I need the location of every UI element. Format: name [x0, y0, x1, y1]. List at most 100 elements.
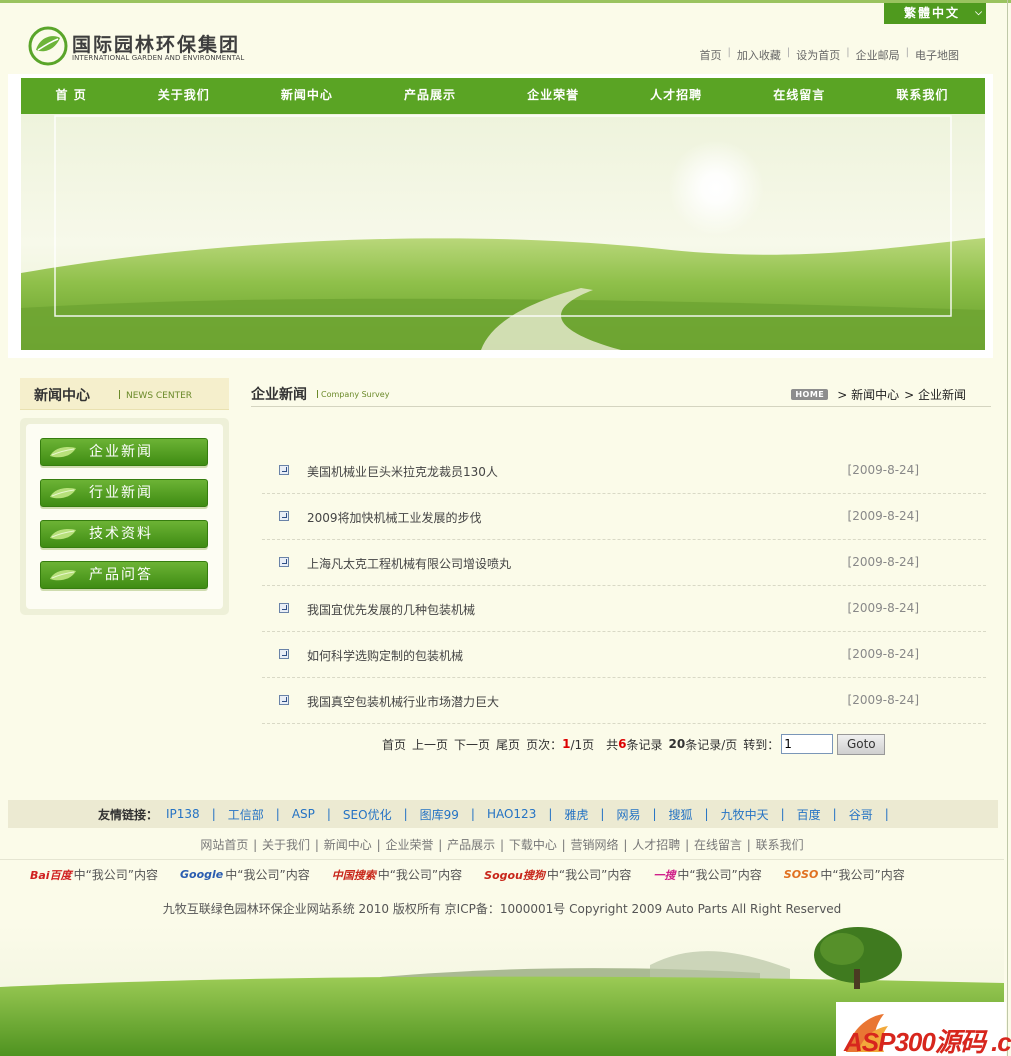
pager-next[interactable]: 下一页 [454, 736, 490, 753]
news-title[interactable]: 美国机械业巨头米拉克龙裁员130人 [307, 463, 498, 480]
engine-yisou[interactable]: 一搜 中“我公司”内容 [653, 866, 761, 883]
pager-total-prefix: 共 [606, 737, 619, 752]
news-date: [2009-8-24] [847, 647, 919, 661]
soso-logo-icon: SOSO [783, 868, 819, 881]
engine-zhongsou[interactable]: 中国搜索 中“我公司”内容 [332, 866, 462, 883]
friend-link[interactable]: 网易 [616, 806, 640, 823]
arrow-bullet-icon [279, 557, 289, 567]
right-border-line [1007, 0, 1008, 1056]
friend-links-label: 友情链接： [98, 807, 159, 822]
pager-first[interactable]: 首页 [382, 736, 406, 753]
news-title[interactable]: 我国宜优先发展的几种包装机械 [307, 601, 475, 618]
list-item[interactable]: 2009将加快机械工业发展的步伐 [2009-8-24] [262, 494, 986, 540]
list-item[interactable]: 我国真空包装机械行业市场潜力巨大 [2009-8-24] [262, 678, 986, 724]
leaf-icon [50, 487, 76, 499]
nav-item-honors[interactable]: 企业荣誉 [527, 86, 579, 103]
page-title: 企业新闻 [251, 387, 307, 403]
breadcrumb-news-center[interactable]: > 新闻中心 [837, 386, 899, 403]
footer-link[interactable]: 关于我们 [262, 838, 310, 852]
footer-link[interactable]: 营销网络 [571, 838, 619, 852]
language-toggle-label: 繁體中文 [904, 6, 961, 20]
sidebar-item-tech-docs[interactable]: 技术资料 [40, 520, 208, 548]
list-item[interactable]: 我国宜优先发展的几种包装机械 [2009-8-24] [262, 586, 986, 632]
sidebar-item-industry-news[interactable]: 行业新闻 [40, 479, 208, 507]
language-toggle-button[interactable]: 繁體中文 ⌵ [884, 3, 986, 24]
top-link-home[interactable]: 首页 [700, 47, 722, 63]
footer-link[interactable]: 人才招聘 [632, 838, 680, 852]
pager-prev[interactable]: 上一页 [412, 736, 448, 753]
nav-item-message[interactable]: 在线留言 [773, 86, 825, 103]
friend-link[interactable]: 九牧中天 [721, 806, 769, 823]
list-item[interactable]: 美国机械业巨头米拉克龙裁员130人 [2009-8-24] [262, 448, 986, 494]
news-title[interactable]: 如何科学选购定制的包装机械 [307, 647, 463, 664]
breadcrumb-company-news[interactable]: > 企业新闻 [904, 386, 966, 403]
nav-item-home[interactable]: 首 页 [56, 86, 87, 103]
footer-link[interactable]: 网站首页 [200, 838, 248, 852]
engine-soso[interactable]: SOSO 中“我公司”内容 [784, 866, 905, 883]
nav-item-contact[interactable]: 联系我们 [896, 86, 948, 103]
zhongsou-logo-icon: 中国搜索 [331, 868, 376, 882]
sidebar-item-product-faq[interactable]: 产品问答 [40, 561, 208, 589]
engine-baidu[interactable]: Bai百度 中“我公司”内容 [30, 866, 158, 883]
sidebar-item-label: 行业新闻 [89, 485, 153, 501]
news-date: [2009-8-24] [847, 693, 919, 707]
friend-link[interactable]: 谷哥 [849, 806, 873, 823]
list-item[interactable]: 上海凡太克工程机械有限公司增设喷丸 [2009-8-24] [262, 540, 986, 586]
leaf-icon [50, 446, 76, 458]
logo-chinese-name: 国际园林环保集团 [72, 34, 241, 56]
goto-page-input[interactable] [781, 734, 834, 754]
footer-divider [0, 859, 1004, 860]
sidebar-item-company-news[interactable]: 企业新闻 [40, 438, 208, 466]
footer-link[interactable]: 产品展示 [447, 838, 495, 852]
friend-link[interactable]: HAO123 [487, 807, 536, 821]
engine-sogou[interactable]: Sogou搜狗 中“我公司”内容 [484, 866, 631, 883]
top-link-bookmark[interactable]: 加入收藏 [737, 47, 781, 63]
arrow-bullet-icon [279, 695, 289, 705]
friend-link[interactable]: ASP [292, 807, 315, 821]
friend-link[interactable]: 工信部 [228, 806, 264, 823]
friend-links-bar: 友情链接： IP138 | 工信部 | ASP | SEO优化 | 图库99 | HAO1… [8, 800, 998, 828]
page: 繁體中文 ⌵ 国际园林环保集团 INTERNATIONAL GARDEN AND… [0, 0, 1011, 1056]
sidebar-item-label: 企业新闻 [89, 444, 153, 460]
banner-container [8, 74, 993, 358]
top-link-set-homepage[interactable]: 设为首页 [796, 47, 840, 63]
engine-google[interactable]: Google 中“我公司”内容 [180, 866, 310, 883]
friend-link[interactable]: 图库99 [420, 806, 459, 823]
nav-item-news[interactable]: 新闻中心 [281, 86, 333, 103]
friend-link[interactable]: SEO优化 [343, 806, 392, 823]
goto-button[interactable]: Goto [837, 733, 886, 755]
friend-link[interactable]: IP138 [166, 807, 200, 821]
top-link-map[interactable]: 电子地图 [915, 47, 959, 63]
sidebar-item-label: 技术资料 [89, 526, 153, 542]
google-logo-icon: Google [180, 868, 224, 881]
arrow-bullet-icon [279, 603, 289, 613]
top-link-mail[interactable]: 企业邮局 [856, 47, 900, 63]
sidebar-title: 新闻中心 [34, 388, 90, 404]
pager-goto-label: 转到： [743, 737, 780, 752]
friend-link[interactable]: 搜狐 [669, 806, 693, 823]
pager-total-pages: /1页 [570, 737, 595, 752]
leaf-icon [50, 569, 76, 581]
news-title[interactable]: 2009将加快机械工业发展的步伐 [307, 509, 482, 526]
friend-link[interactable]: 百度 [797, 806, 821, 823]
nav-item-jobs[interactable]: 人才招聘 [650, 86, 702, 103]
footer-link[interactable]: 下载中心 [509, 838, 557, 852]
footer-link[interactable]: 在线留言 [694, 838, 742, 852]
site-logo[interactable]: 国际园林环保集团 INTERNATIONAL GARDEN AND ENVIRO… [28, 26, 268, 68]
pager-last[interactable]: 尾页 [496, 736, 520, 753]
content-header: 企业新闻 Company Survey HOME > 新闻中心 > 企业新闻 [251, 378, 991, 407]
top-accent-line [0, 0, 1011, 3]
nav-item-products[interactable]: 产品展示 [404, 86, 456, 103]
footer-link[interactable]: 联系我们 [756, 838, 804, 852]
sidebar-header: 新闻中心 NEWS CENTER [20, 378, 229, 410]
footer-link[interactable]: 新闻中心 [324, 838, 372, 852]
pagination: 首页 上一页 下一页 尾页 页次： 1 /1页 共 6 条记录 20 条记录/页… [382, 733, 886, 755]
friend-link[interactable]: 雅虎 [564, 806, 588, 823]
footer-link[interactable]: 企业荣誉 [385, 838, 433, 852]
news-date: [2009-8-24] [847, 601, 919, 615]
nav-item-about[interactable]: 关于我们 [158, 86, 210, 103]
home-icon[interactable]: HOME [791, 389, 829, 400]
news-title[interactable]: 上海凡太克工程机械有限公司增设喷丸 [307, 555, 511, 572]
news-title[interactable]: 我国真空包装机械行业市场潜力巨大 [307, 693, 499, 710]
list-item[interactable]: 如何科学选购定制的包装机械 [2009-8-24] [262, 632, 986, 678]
